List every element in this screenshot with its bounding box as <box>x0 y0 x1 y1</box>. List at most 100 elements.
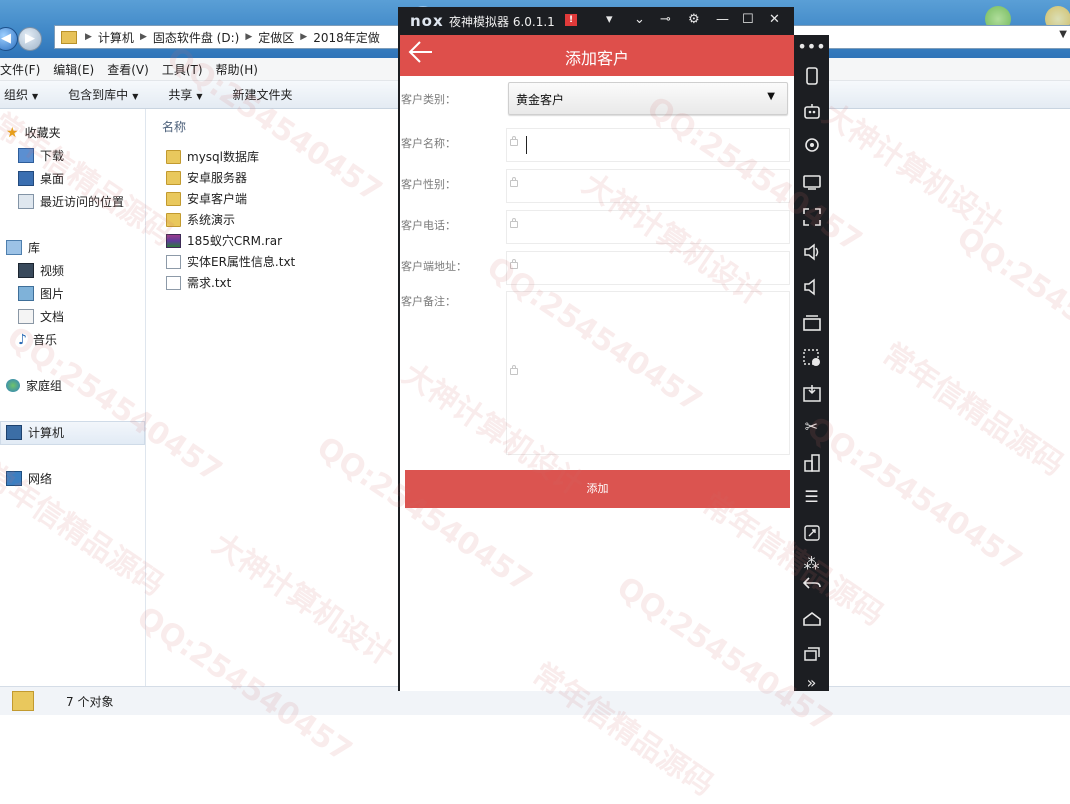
chevron-down-icon[interactable]: ▼ <box>1059 29 1067 40</box>
lock-icon <box>510 218 518 228</box>
more-icon[interactable]: ••• <box>794 37 829 57</box>
maximize-icon[interactable]: ☐ <box>742 12 754 27</box>
list-item[interactable]: 185蚁穴CRM.rar <box>166 232 282 249</box>
menu-icon[interactable]: ☰ <box>794 487 829 507</box>
nav-library[interactable]: 库 <box>6 239 40 256</box>
back-icon[interactable] <box>794 573 829 593</box>
organize-label: 组织 <box>4 88 29 102</box>
network-icon <box>6 471 22 486</box>
settings-gear-icon[interactable]: ⚙ <box>688 12 700 27</box>
customer-name-input[interactable] <box>506 128 790 162</box>
nav-computer[interactable]: 计算机 <box>6 424 64 441</box>
home-icon[interactable] <box>794 608 829 628</box>
download-folder-icon <box>18 148 34 163</box>
customer-phone-input[interactable] <box>506 210 790 244</box>
chevron-right-icon: ▶ <box>139 32 147 42</box>
video-icon <box>18 263 34 278</box>
list-item[interactable]: 安卓客户端 <box>166 190 247 207</box>
nav-homegroup[interactable]: 家庭组 <box>6 377 62 394</box>
emulator-titlebar[interactable]: nox 夜神模拟器 6.0.1.1 ! ▾ ⌄ ⊸ ⚙ — ☐ ✕ <box>398 7 794 35</box>
location-icon[interactable] <box>794 135 829 155</box>
breadcrumb-item[interactable]: 2018年定做 <box>313 29 380 46</box>
file-list: 名称 mysql数据库 安卓服务器 安卓客户端 系统演示 185蚁穴CRM.ra… <box>146 109 396 686</box>
menu-file[interactable]: 文件(F) <box>0 61 40 78</box>
fullscreen-icon[interactable] <box>794 206 829 226</box>
chevron-right-icon: ▶ <box>245 32 253 42</box>
multi-window-icon[interactable] <box>794 452 829 472</box>
nav-library-label: 库 <box>28 241 41 255</box>
customer-type-value: 黄金客户 <box>516 93 565 107</box>
resize-icon[interactable] <box>794 522 829 542</box>
screen-icon[interactable] <box>794 171 829 191</box>
breadcrumb-item[interactable]: 计算机 <box>98 29 134 46</box>
loading-icon[interactable]: ⁂ <box>794 554 829 574</box>
minimize-icon[interactable]: — <box>716 12 729 27</box>
lock-icon <box>510 259 518 269</box>
recent-icon[interactable] <box>794 643 829 663</box>
expand-icon[interactable]: » <box>794 673 829 693</box>
include-in-library-button[interactable]: 包含到库中 ▼ <box>68 86 138 103</box>
customer-notes-textarea[interactable] <box>506 291 790 455</box>
nav-item-desktop[interactable]: 桌面 <box>18 170 64 187</box>
list-item[interactable]: 系统演示 <box>166 211 235 228</box>
nav-item-label: 下载 <box>40 149 65 163</box>
list-item[interactable]: 实体ER属性信息.txt <box>166 253 295 270</box>
close-icon[interactable]: ✕ <box>769 12 780 27</box>
scissors-icon[interactable]: ✂ <box>794 417 829 437</box>
file-name: 系统演示 <box>187 213 236 227</box>
nav-item-downloads[interactable]: 下载 <box>18 147 64 164</box>
text-file-icon <box>166 254 181 269</box>
share-button[interactable]: 共享 ▼ <box>168 86 202 103</box>
customer-type-select[interactable]: 黄金客户 ▼ <box>508 82 788 115</box>
item-count: 7 个对象 <box>66 695 114 709</box>
nav-favorites[interactable]: ★ 收藏夹 <box>6 124 61 141</box>
list-item[interactable]: 需求.txt <box>166 274 231 291</box>
breadcrumb-item[interactable]: 定做区 <box>258 29 294 46</box>
chevron-down-icon[interactable]: ⌄ <box>634 12 645 27</box>
volume-down-icon[interactable] <box>794 276 829 296</box>
shake-icon[interactable] <box>794 65 829 85</box>
organize-button[interactable]: 组织 ▼ <box>4 86 38 103</box>
nav-item-documents[interactable]: 文档 <box>18 308 64 325</box>
customer-address-input[interactable] <box>506 251 790 285</box>
chevron-down-icon: ▼ <box>132 92 139 101</box>
chevron-down-icon: ▼ <box>196 92 203 101</box>
nav-item-recent[interactable]: 最近访问的位置 <box>18 193 124 210</box>
file-name: 安卓客户端 <box>187 192 248 206</box>
list-item[interactable]: mysql数据库 <box>166 148 259 165</box>
menu-tools[interactable]: 工具(T) <box>162 61 203 78</box>
watermark-text: QQ:254540457 <box>800 410 1028 580</box>
nav-item-music[interactable]: ♪ 音乐 <box>18 331 57 348</box>
menu-view[interactable]: 查看(V) <box>107 61 149 78</box>
watermark-text: 大神计算机设计 <box>815 96 1010 244</box>
chevron-right-icon: ▶ <box>300 32 308 42</box>
nox-logo: nox <box>410 12 444 30</box>
forward-button[interactable]: ▶ <box>18 27 42 51</box>
breadcrumb-item[interactable]: 固态软件盘 (D:) <box>153 29 239 46</box>
nav-homegroup-label: 家庭组 <box>26 379 63 393</box>
list-item[interactable]: 安卓服务器 <box>166 169 247 186</box>
pin-icon[interactable]: ⊸ <box>660 12 671 27</box>
column-header-name[interactable]: 名称 <box>162 118 186 135</box>
new-folder-button[interactable]: 新建文件夹 <box>233 86 293 103</box>
skin-icon[interactable]: ▾ <box>606 12 613 27</box>
volume-up-icon[interactable] <box>794 241 829 261</box>
back-button[interactable]: ◀ <box>0 27 18 51</box>
apk-icon[interactable] <box>794 382 829 402</box>
customer-gender-label: 客户性别： <box>401 178 456 191</box>
add-button[interactable]: 添加 <box>405 470 790 508</box>
menu-edit[interactable]: 编辑(E) <box>53 61 94 78</box>
robot-icon[interactable] <box>794 100 829 120</box>
menu-help[interactable]: 帮助(H) <box>216 61 258 78</box>
customer-gender-input[interactable] <box>506 169 790 203</box>
nav-item-pictures[interactable]: 图片 <box>18 285 64 302</box>
music-icon: ♪ <box>18 331 27 348</box>
alert-icon[interactable]: ! <box>565 14 577 26</box>
nav-item-videos[interactable]: 视频 <box>18 262 64 279</box>
nav-item-label: 最近访问的位置 <box>40 195 125 209</box>
lock-icon <box>510 365 518 375</box>
emulator-screen: 添加客户 客户类别： 黄金客户 ▼ 客户名称： 客户性别： 客户电话： 客户端地… <box>398 35 796 691</box>
macro-icon[interactable] <box>794 347 829 367</box>
nav-network[interactable]: 网络 <box>6 470 52 487</box>
toolbox-icon[interactable] <box>794 312 829 332</box>
